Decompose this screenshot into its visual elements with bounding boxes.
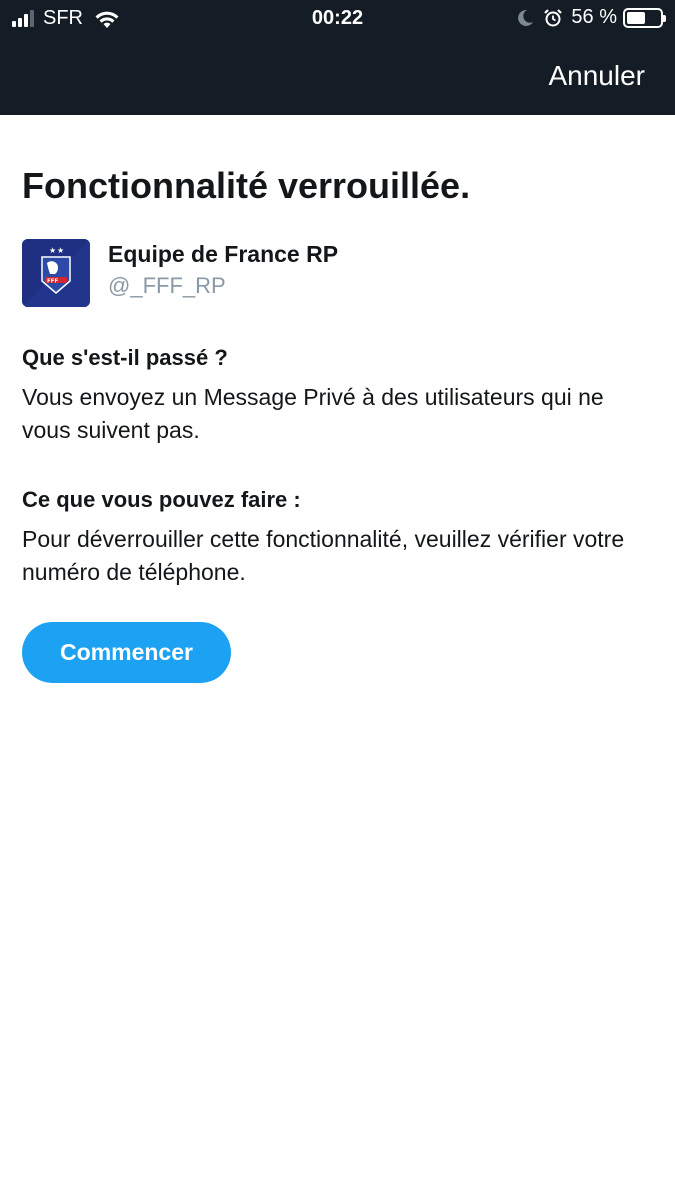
battery-fill [627,11,645,24]
moon-icon [518,9,534,26]
status-right: 56 % [515,6,666,29]
battery-icon [623,7,666,28]
main-content: Fonctionnalité verrouillée. ★ ★ FFF Equi… [22,115,652,683]
section-body: Pour déverrouiller cette fonctionnalité,… [22,526,625,585]
section-body: Vous envoyez un Message Privé à des util… [22,384,604,443]
start-button[interactable]: Commencer [22,622,231,683]
section-what-to-do: Ce que vous pouvez faire : Pour déverrou… [22,485,652,589]
avatar: ★ ★ FFF [22,239,90,307]
section-heading: Que s'est-il passé ? [22,345,228,370]
fff-logo-icon: ★ ★ FFF [22,239,90,307]
account-text: Equipe de France RP @_FFF_RP [108,239,338,301]
alarm-icon [544,8,563,26]
account-card: ★ ★ FFF Equipe de France RP @_FFF_RP [22,239,652,309]
status-bar: SFR 00:22 56 % [0,0,675,38]
svg-text:★: ★ [49,246,56,255]
cancel-button[interactable]: Annuler [548,60,645,92]
account-handle: @_FFF_RP [108,273,226,298]
svg-text:FFF: FFF [47,279,59,285]
account-name: Equipe de France RP [108,241,339,267]
top-bar: SFR 00:22 56 % Annuler [0,0,675,115]
battery-percent: 56 % [571,6,617,28]
page-title: Fonctionnalité verrouillée. [22,165,471,206]
svg-text:★: ★ [57,246,64,255]
section-heading: Ce que vous pouvez faire : [22,487,301,512]
section-what-happened: Que s'est-il passé ? Vous envoyez un Mes… [22,343,652,447]
